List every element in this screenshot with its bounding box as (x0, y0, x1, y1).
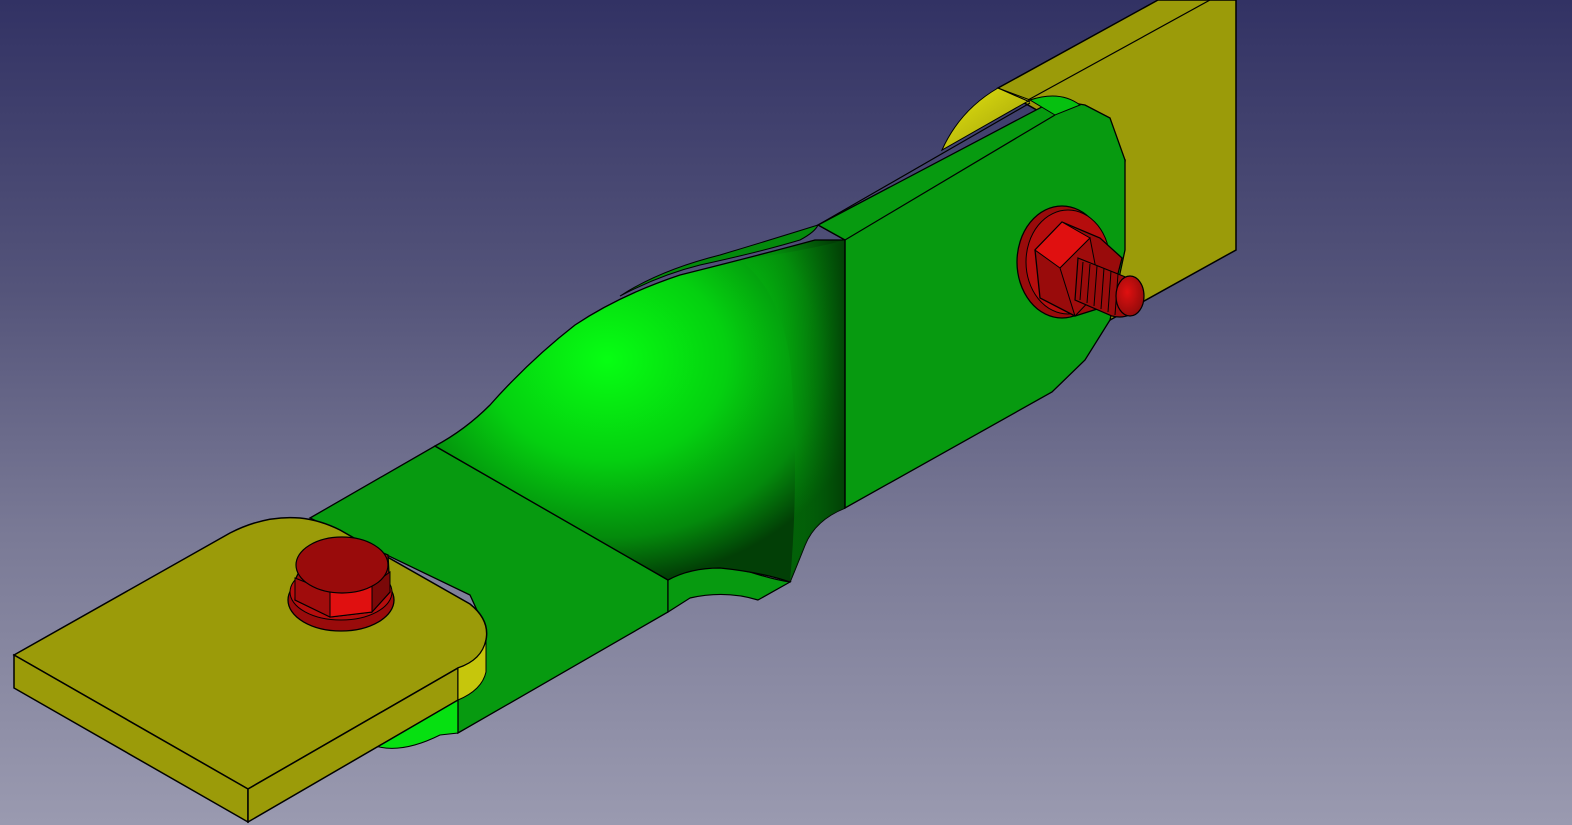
3d-viewport[interactable] (0, 0, 1572, 825)
3d-model-scene[interactable] (0, 0, 1572, 825)
left-bolt[interactable] (287, 536, 395, 632)
